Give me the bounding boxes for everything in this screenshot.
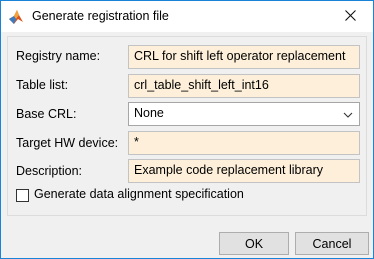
chevron-down-icon xyxy=(343,109,353,119)
base-crl-label: Base CRL: xyxy=(16,107,77,121)
base-crl-value: None xyxy=(134,106,164,120)
close-button[interactable] xyxy=(327,1,373,32)
table-list-field[interactable]: crl_table_shift_left_int16 xyxy=(128,74,360,98)
window-title: Generate registration file xyxy=(32,9,169,23)
target-hw-label: Target HW device: xyxy=(16,136,119,150)
registry-name-field[interactable]: CRL for shift left operator replacement xyxy=(128,45,360,69)
title-bar: Generate registration file xyxy=(1,1,373,32)
ok-button[interactable]: OK xyxy=(219,232,289,255)
base-crl-select[interactable]: None xyxy=(128,102,360,126)
form-panel: Registry name: CRL for shift left operat… xyxy=(7,36,367,216)
dialog-window: Generate registration file Registry name… xyxy=(0,0,374,259)
data-alignment-label[interactable]: Generate data alignment specification xyxy=(34,187,244,201)
table-list-label: Table list: xyxy=(16,78,69,92)
description-label: Description: xyxy=(16,164,82,178)
target-hw-field[interactable]: * xyxy=(128,131,360,155)
button-bar: OK Cancel xyxy=(1,223,373,259)
matlab-logo-icon xyxy=(8,9,24,25)
data-alignment-checkbox[interactable] xyxy=(16,189,29,202)
cancel-button[interactable]: Cancel xyxy=(295,232,369,255)
description-field[interactable]: Example code replacement library xyxy=(128,159,360,183)
registry-name-label: Registry name: xyxy=(16,49,101,63)
close-icon xyxy=(344,9,356,24)
